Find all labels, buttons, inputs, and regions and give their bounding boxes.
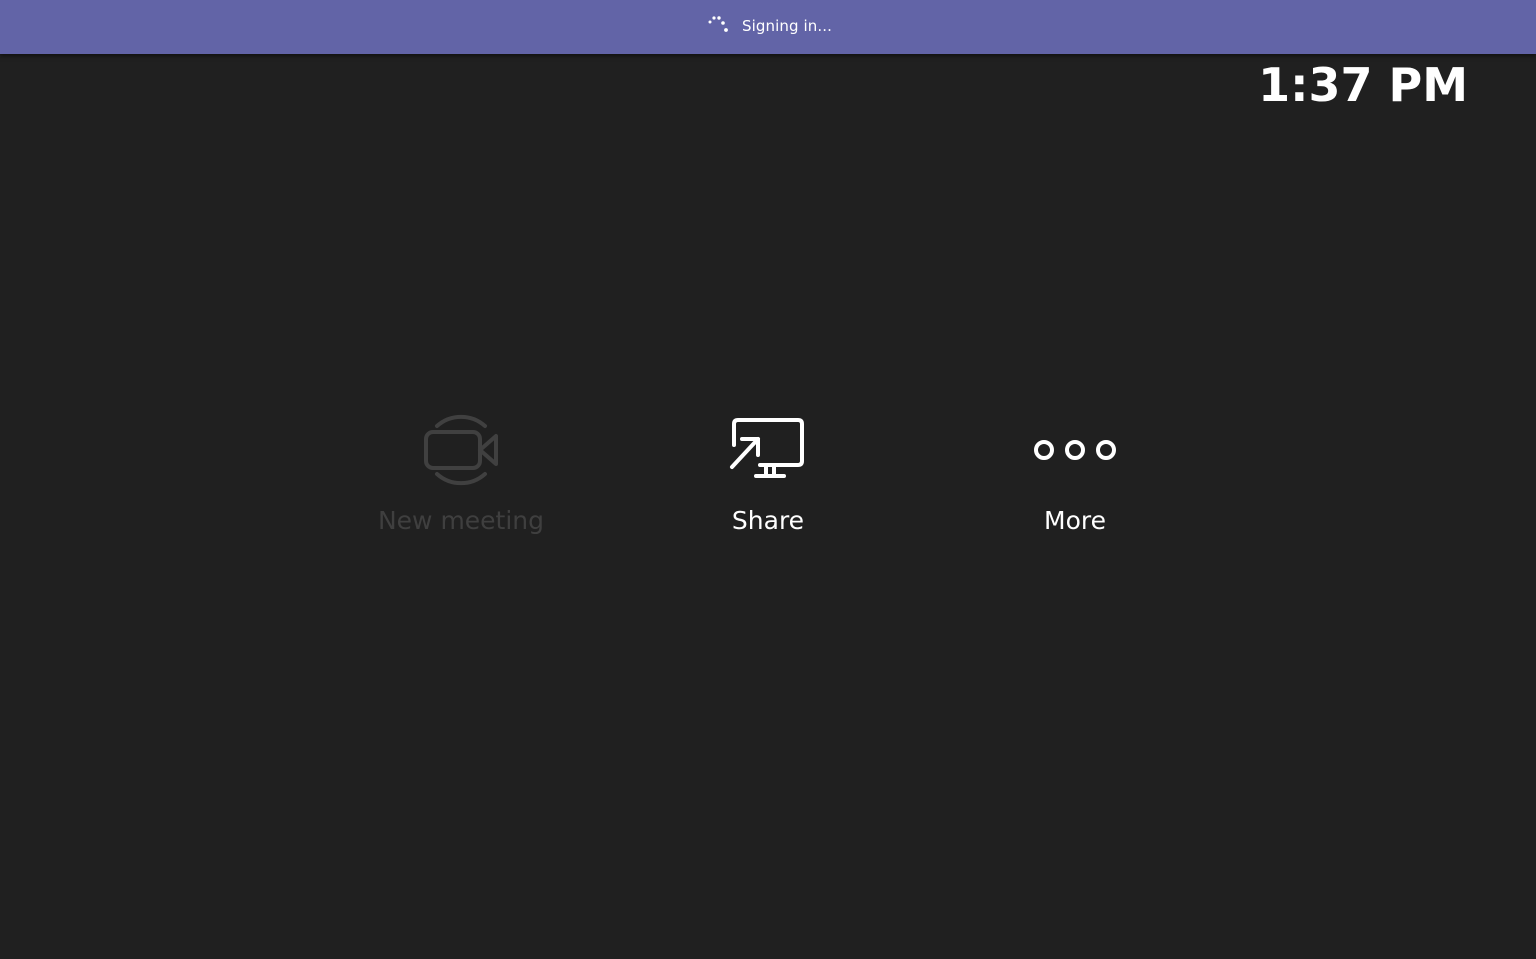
new-meeting-button[interactable]: New meeting — [351, 400, 571, 550]
share-label: Share — [731, 506, 805, 535]
new-meeting-label: New meeting — [377, 506, 545, 535]
status-banner-content: Signing in... — [706, 12, 832, 40]
video-camera-icon — [411, 400, 511, 500]
more-options-icon — [1025, 400, 1125, 500]
more-button[interactable]: More — [965, 400, 1185, 550]
share-button[interactable]: Share — [658, 400, 878, 550]
share-screen-icon — [718, 400, 818, 500]
more-label: More — [1044, 506, 1106, 535]
signing-in-status: Signing in... — [742, 17, 832, 35]
loading-spinner-icon — [708, 16, 728, 32]
status-banner: Signing in... — [0, 0, 1536, 54]
clock-time: 1:37 PM — [1258, 58, 1468, 112]
